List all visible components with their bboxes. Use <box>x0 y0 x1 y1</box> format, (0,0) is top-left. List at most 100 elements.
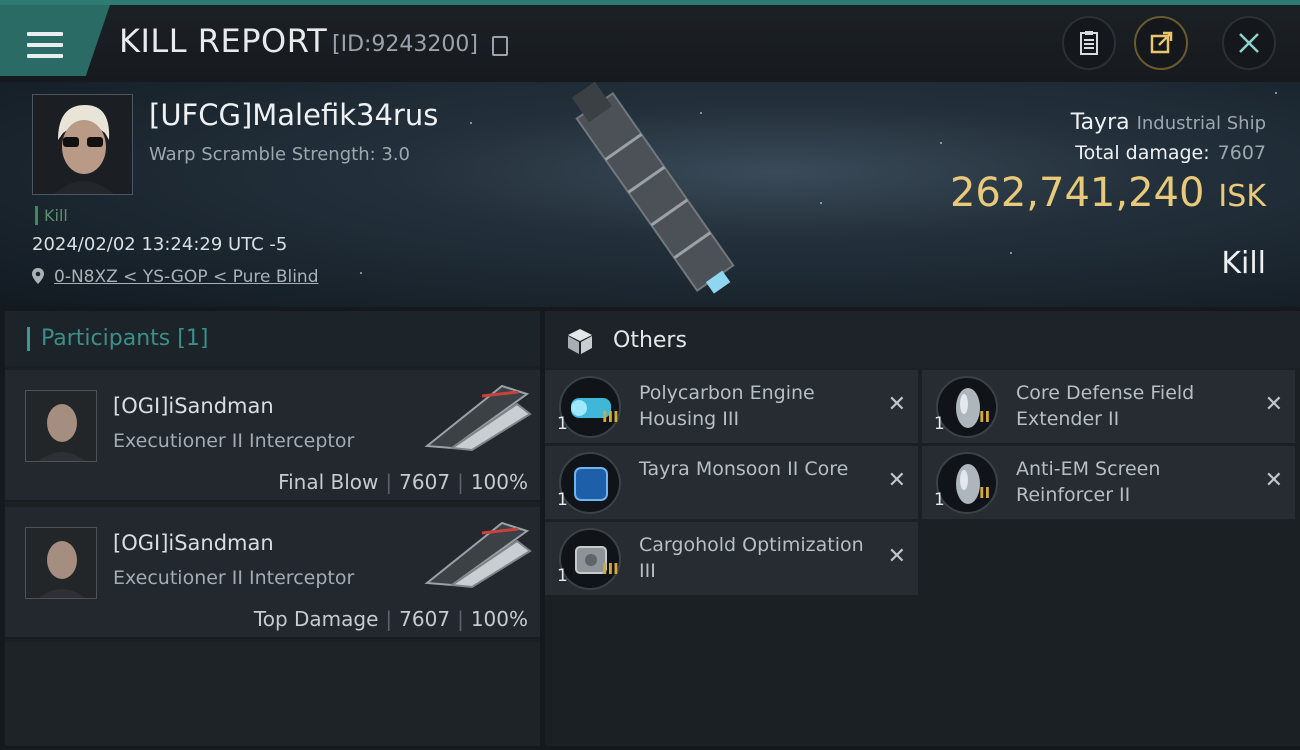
participants-panel: Participants [1] [OGI]iSandman Execution… <box>5 311 540 746</box>
item-name: Anti-EM Screen Reinforcer II <box>1016 458 1161 506</box>
participant-portrait[interactable] <box>25 527 97 599</box>
copy-id-icon[interactable] <box>492 36 508 56</box>
participants-count: [1] <box>177 326 209 351</box>
core-module-icon <box>559 452 621 514</box>
report-id: [ID:9243200] <box>332 32 478 57</box>
participant-percent: 100% <box>470 607 528 631</box>
participants-header[interactable]: Participants [1] <box>5 311 540 366</box>
kill-tag: Kill <box>35 206 68 225</box>
remove-icon[interactable]: ✕ <box>888 468 906 493</box>
item-quantity: 1 <box>557 414 568 434</box>
remove-icon[interactable]: ✕ <box>1265 392 1283 417</box>
participants-empty-area <box>5 642 540 746</box>
item-name: Core Defense Field Extender II <box>1016 382 1195 430</box>
item-tier: II <box>979 408 991 426</box>
participant-stats: Top Damage | 7607 | 100% <box>254 607 528 631</box>
remove-icon[interactable]: ✕ <box>888 544 906 569</box>
shield-rig-icon <box>936 376 998 438</box>
kill-result: Kill <box>1221 246 1266 281</box>
dropped-item[interactable]: 1 III Cargohold Optimization III ✕ <box>545 522 918 595</box>
background-star <box>940 142 942 144</box>
background-star <box>360 272 362 274</box>
cargo-module-icon <box>559 528 621 590</box>
participant-role: Final Blow <box>278 470 379 494</box>
dropped-item[interactable]: 1 Tayra Monsoon II Core ✕ <box>545 446 918 519</box>
clipboard-icon <box>1080 31 1098 55</box>
stat-separator: | <box>457 470 464 494</box>
pilot-avatar-icon <box>26 391 96 461</box>
participant-role: Top Damage <box>253 607 379 631</box>
total-damage-value: 7607 <box>1217 142 1266 164</box>
isk-unit: ISK <box>1218 179 1266 214</box>
victim-ship[interactable]: Tayra Industrial Ship <box>1071 110 1266 135</box>
total-damage-label: Total damage: <box>1075 142 1210 164</box>
participants-title: Participants [1] <box>41 326 208 351</box>
item-quantity: 1 <box>934 490 945 510</box>
location-pin-icon <box>32 268 44 284</box>
remove-icon[interactable]: ✕ <box>1265 468 1283 493</box>
kill-location-link[interactable]: 0-N8XZ < YS-GOP < Pure Blind <box>54 267 319 287</box>
victim-name[interactable]: [UFCG]Malefik34rus <box>149 98 438 132</box>
participant-ship-render <box>424 384 532 452</box>
item-name: Cargohold Optimization III <box>639 534 864 582</box>
others-header: Others <box>545 311 1300 368</box>
participant-name[interactable]: [OGI]iSandman <box>113 394 274 418</box>
victim-portrait[interactable] <box>32 94 133 195</box>
participant-ship: Executioner II Interceptor <box>113 567 355 589</box>
total-damage: Total damage: 7607 <box>1075 142 1266 164</box>
warp-scramble-strength: Warp Scramble Strength: 3.0 <box>149 144 411 165</box>
menu-button[interactable] <box>0 5 110 76</box>
participant-portrait[interactable] <box>25 390 97 462</box>
participants-accent-bar <box>27 327 30 351</box>
participant-percent: 100% <box>470 470 528 494</box>
hamburger-menu-icon[interactable] <box>27 32 63 58</box>
header-accent-line <box>0 0 1300 5</box>
stat-separator: | <box>385 607 393 631</box>
kill-datetime: 2024/02/02 13:24:29 UTC -5 <box>32 234 288 255</box>
participant-damage: 7607 <box>399 607 451 631</box>
background-star <box>470 122 472 124</box>
item-name: Polycarbon Engine Housing III <box>639 382 815 430</box>
pilot-avatar-icon <box>26 528 96 598</box>
participant-row[interactable]: [OGI]iSandman Executioner II Interceptor… <box>5 370 540 502</box>
item-quantity: 1 <box>934 414 945 434</box>
participant-damage: 7607 <box>399 470 451 494</box>
item-tier: II <box>979 484 991 502</box>
share-external-icon <box>1150 31 1173 54</box>
close-button[interactable] <box>1222 16 1276 70</box>
pilot-avatar-icon <box>33 95 132 194</box>
item-tier: III <box>602 560 619 578</box>
dropped-item[interactable]: 1 III Polycarbon Engine Housing III ✕ <box>545 370 918 443</box>
others-panel: Others 1 III Polycarbon Engine Housing I… <box>545 311 1300 746</box>
item-tier: III <box>602 408 619 426</box>
engine-module-icon <box>559 376 621 438</box>
item-quantity: 1 <box>557 566 568 586</box>
participant-ship-render <box>424 521 532 589</box>
participant-name[interactable]: [OGI]iSandman <box>113 531 274 555</box>
isk-value: 262,741,240 ISK <box>950 170 1266 216</box>
participant-row[interactable]: [OGI]iSandman Executioner II Interceptor… <box>5 507 540 639</box>
stat-separator: | <box>385 470 393 494</box>
others-title: Others <box>613 328 687 353</box>
background-star <box>1010 252 1012 254</box>
header-bar: KILL REPORT [ID:9243200] <box>0 0 1300 82</box>
cube-icon <box>568 329 592 354</box>
shield-rig-icon <box>936 452 998 514</box>
item-name: Tayra Monsoon II Core <box>639 458 849 480</box>
remove-icon[interactable]: ✕ <box>888 392 906 417</box>
dropped-item[interactable]: 1 II Core Defense Field Extender II ✕ <box>922 370 1295 443</box>
clipboard-button[interactable] <box>1062 16 1116 70</box>
page-title: KILL REPORT <box>119 22 328 60</box>
participant-ship: Executioner II Interceptor <box>113 430 355 452</box>
item-quantity: 1 <box>557 490 568 510</box>
stat-separator: | <box>457 607 464 631</box>
victim-ship-render <box>571 82 735 294</box>
ship-class: Industrial Ship <box>1136 113 1266 134</box>
ship-name: Tayra <box>1070 110 1130 135</box>
background-star <box>1275 92 1277 94</box>
close-icon <box>1239 33 1259 53</box>
share-button[interactable] <box>1134 16 1188 70</box>
background-star <box>820 202 822 204</box>
dropped-item[interactable]: 1 II Anti-EM Screen Reinforcer II ✕ <box>922 446 1295 519</box>
participants-label: Participants <box>41 326 171 351</box>
